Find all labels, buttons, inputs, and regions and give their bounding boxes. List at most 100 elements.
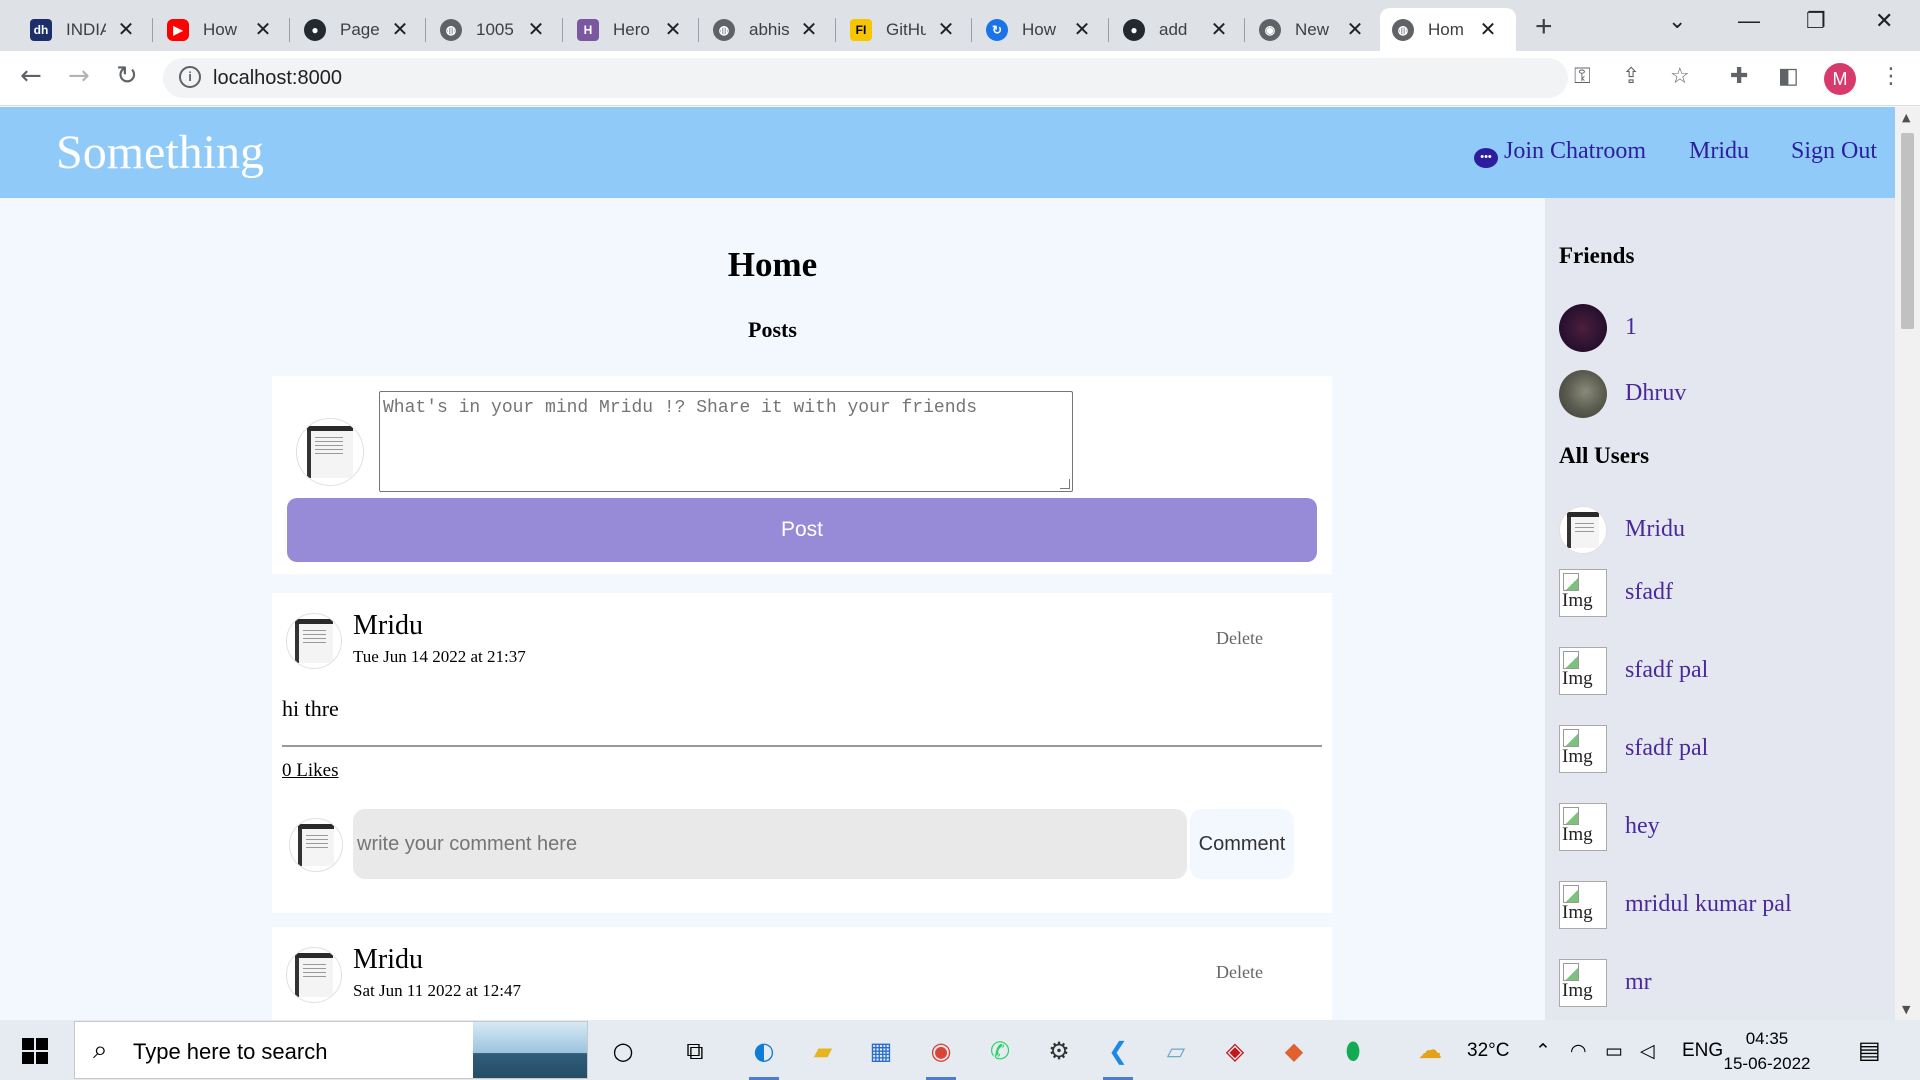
browser-tab[interactable]: ↻ How ✕ xyxy=(974,8,1100,51)
volume-icon[interactable]: ◁ xyxy=(1640,1040,1655,1063)
forward-icon[interactable]: → xyxy=(68,61,90,91)
post-card: Mridu Tue Jun 14 2022 at 21:37 Delete hi… xyxy=(272,593,1332,913)
back-icon[interactable]: ← xyxy=(20,61,42,91)
edge-icon[interactable]: ◐ xyxy=(745,1032,783,1080)
user-name[interactable]: sfadf pal xyxy=(1625,657,1708,684)
browser-tab-active[interactable]: ◍ Hom ✕ xyxy=(1380,8,1516,51)
restore-icon[interactable]: ❐ xyxy=(1806,8,1826,34)
browser-tab[interactable]: FI GitHu ✕ xyxy=(838,8,964,51)
user-name[interactable]: Mridu xyxy=(1625,516,1685,543)
user-name[interactable]: sfadf xyxy=(1625,579,1673,606)
whatsapp-icon[interactable]: ✆ xyxy=(981,1032,1019,1070)
close-icon[interactable]: ✕ xyxy=(116,17,136,42)
menu-kebab-icon[interactable]: ⋮ xyxy=(1880,64,1902,89)
bookmark-star-icon[interactable]: ☆ xyxy=(1670,64,1690,89)
browser-tab[interactable]: dh INDIA ✕ xyxy=(18,8,144,51)
address-bar[interactable]: i localhost:8000 xyxy=(163,58,1568,98)
extensions-icon[interactable]: ✚ xyxy=(1730,64,1748,89)
avatar xyxy=(296,418,364,486)
close-icon[interactable]: ✕ xyxy=(936,17,956,42)
post-author[interactable]: Mridu xyxy=(353,610,423,642)
comment-button[interactable]: Comment xyxy=(1190,809,1294,879)
user-name[interactable]: mr xyxy=(1625,969,1652,996)
battery-icon[interactable]: ▭ xyxy=(1605,1040,1623,1063)
close-icon[interactable]: ✕ xyxy=(1209,17,1229,42)
posts-heading: Posts xyxy=(748,317,797,342)
notification-icon[interactable]: ▤ xyxy=(1858,1036,1881,1065)
post-textarea[interactable]: What's in your mind Mridu !? Share it wi… xyxy=(379,391,1073,492)
profile-avatar[interactable]: M xyxy=(1824,63,1856,95)
browser-tab[interactable]: ● Page ✕ xyxy=(292,8,418,51)
reload-icon[interactable]: ↻ xyxy=(116,61,138,91)
weather-temp[interactable]: 32°C xyxy=(1467,1040,1509,1062)
page-scrollbar[interactable]: ▲ ▼ xyxy=(1895,107,1920,1020)
broken-image-icon: Img xyxy=(1559,803,1607,851)
scroll-down-icon[interactable]: ▼ xyxy=(1902,1003,1910,1016)
user-name[interactable]: hey xyxy=(1625,813,1660,840)
browser-tab[interactable]: ◉ New ✕ xyxy=(1247,8,1373,51)
post-author[interactable]: Mridu xyxy=(353,944,423,976)
notes-icon[interactable]: ▱ xyxy=(1157,1032,1195,1070)
language-indicator[interactable]: ENG xyxy=(1682,1040,1723,1062)
friend-avatar xyxy=(1559,370,1607,418)
close-icon[interactable]: ✕ xyxy=(1345,17,1365,42)
settings-gear-icon[interactable]: ⚙ xyxy=(1040,1032,1078,1070)
resize-grip-icon[interactable] xyxy=(1060,479,1070,489)
tab-search-icon[interactable]: ⌄ xyxy=(1668,8,1686,34)
scroll-thumb[interactable] xyxy=(1901,133,1914,329)
broken-image-icon: Img xyxy=(1559,725,1607,773)
close-icon[interactable]: ✕ xyxy=(663,17,683,42)
store-icon[interactable]: ▦ xyxy=(862,1032,900,1070)
git-icon[interactable]: ◆ xyxy=(1275,1032,1313,1070)
url-text[interactable]: localhost:8000 xyxy=(213,67,342,90)
mcafee-icon[interactable]: ◈ xyxy=(1216,1032,1254,1070)
weather-icon[interactable]: ☁ xyxy=(1418,1036,1442,1065)
tab-title: 1005 xyxy=(476,19,514,39)
scroll-up-icon[interactable]: ▲ xyxy=(1902,111,1910,124)
chrome-icon[interactable]: ◉ xyxy=(922,1032,960,1080)
windows-start-icon[interactable] xyxy=(22,1038,48,1064)
site-brand[interactable]: Something xyxy=(56,125,264,180)
join-chatroom-link[interactable]: ••• Join Chatroom xyxy=(1474,138,1646,168)
close-icon[interactable]: ✕ xyxy=(390,17,410,42)
user-name[interactable]: mridul kumar pal xyxy=(1625,891,1792,918)
close-icon[interactable]: ✕ xyxy=(799,17,819,42)
side-panel-icon[interactable]: ◧ xyxy=(1778,64,1799,89)
minimize-icon[interactable]: — xyxy=(1738,8,1760,34)
browser-tab[interactable]: ▶ How ✕ xyxy=(155,8,281,51)
browser-tab[interactable]: ◍ 1005 ✕ xyxy=(428,8,554,51)
all-users-heading: All Users xyxy=(1559,443,1650,468)
close-window-icon[interactable]: ✕ xyxy=(1875,8,1893,34)
friend-name[interactable]: 1 xyxy=(1625,314,1637,341)
site-info-icon[interactable]: i xyxy=(179,66,201,88)
file-explorer-icon[interactable]: ▰ xyxy=(804,1032,842,1070)
likes-link[interactable]: 0 Likes xyxy=(282,760,338,782)
main-content: Home Posts What's in your mind Mridu !? … xyxy=(0,198,1545,1020)
vscode-icon[interactable]: ❮ xyxy=(1099,1032,1137,1080)
close-icon[interactable]: ✕ xyxy=(1478,17,1498,42)
mongodb-icon[interactable]: ⬮ xyxy=(1334,1032,1372,1070)
browser-tab[interactable]: H Hero ✕ xyxy=(565,8,691,51)
close-icon[interactable]: ✕ xyxy=(1072,17,1092,42)
user-name[interactable]: sfadf pal xyxy=(1625,735,1708,762)
wifi-icon[interactable]: ◠ xyxy=(1570,1040,1587,1063)
browser-tab[interactable]: ◍ abhis ✕ xyxy=(701,8,827,51)
comment-input[interactable]: write your comment here xyxy=(353,809,1187,879)
task-view-icon[interactable]: ⧉ xyxy=(676,1032,714,1070)
tray-expand-icon[interactable]: ⌃ xyxy=(1535,1040,1551,1063)
close-icon[interactable]: ✕ xyxy=(526,17,546,42)
friend-name[interactable]: Dhruv xyxy=(1625,380,1686,407)
share-icon[interactable]: ⇪ xyxy=(1622,64,1640,89)
delete-post-button[interactable]: Delete xyxy=(1216,628,1263,649)
new-tab-icon[interactable]: + xyxy=(1535,10,1553,44)
taskbar-search[interactable]: ⌕ Type here to search xyxy=(74,1021,588,1079)
browser-tab[interactable]: ● add ✕ xyxy=(1111,8,1237,51)
password-key-icon[interactable]: ⚿ xyxy=(1574,64,1591,89)
taskbar-clock[interactable]: 04:35 15-06-2022 xyxy=(1722,1026,1812,1076)
sign-out-link[interactable]: Sign Out xyxy=(1791,138,1877,165)
close-icon[interactable]: ✕ xyxy=(253,17,273,42)
delete-post-button[interactable]: Delete xyxy=(1216,962,1263,983)
user-profile-link[interactable]: Mridu xyxy=(1689,138,1749,165)
cortana-icon[interactable]: ○ xyxy=(604,1032,642,1070)
post-button[interactable]: Post xyxy=(287,498,1317,562)
